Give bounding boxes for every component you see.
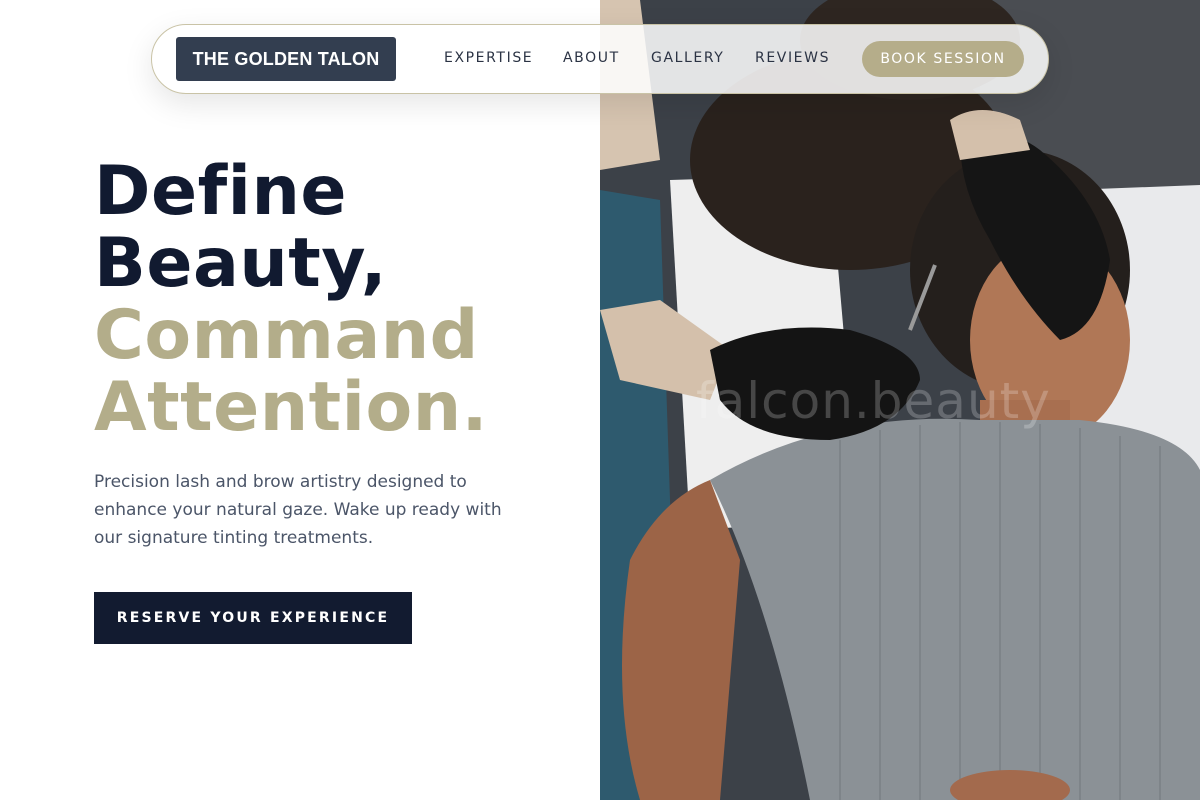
watermark-text: falcon.beauty [696, 372, 1051, 430]
hero-photo: falcon.beauty [600, 0, 1200, 800]
book-session-button[interactable]: BOOK SESSION [862, 41, 1024, 77]
nav-link-gallery[interactable]: GALLERY [651, 50, 724, 66]
brand-logo[interactable]: THE GOLDEN TALON [176, 37, 396, 81]
nav-link-reviews[interactable]: REVIEWS [755, 50, 830, 66]
headline-line-3: Command [94, 296, 479, 375]
hero-headline: Define Beauty, Command Attention. [94, 156, 594, 444]
headline-line-4: Attention. [94, 368, 488, 447]
reserve-experience-button[interactable]: RESERVE YOUR EXPERIENCE [94, 592, 412, 644]
nav-link-about[interactable]: ABOUT [563, 50, 620, 66]
top-navigation: THE GOLDEN TALON EXPERTISE ABOUT GALLERY… [151, 24, 1049, 94]
nav-link-expertise[interactable]: EXPERTISE [444, 50, 533, 66]
headline-line-2: Beauty, [94, 224, 388, 303]
hero-description: Precision lash and brow artistry designe… [94, 472, 502, 548]
headline-line-1: Define [94, 152, 347, 231]
